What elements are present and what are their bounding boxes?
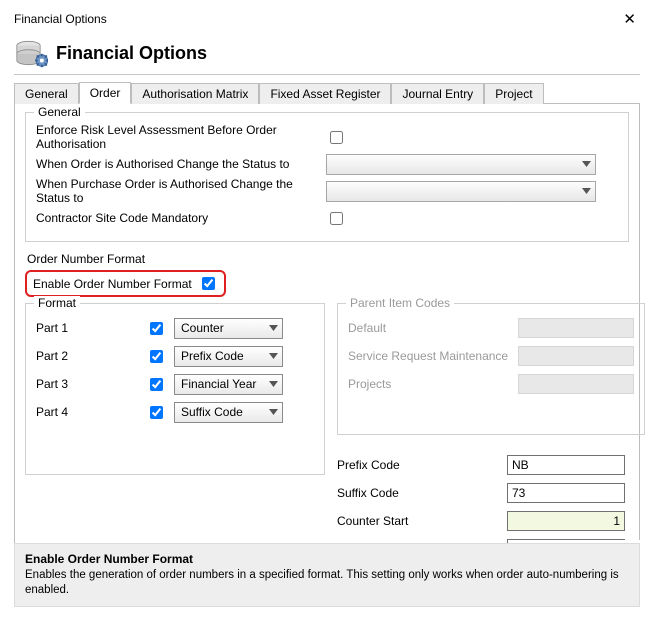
format-row-3: Part 3 Financial Year	[36, 370, 314, 398]
checkbox-part-1[interactable]	[150, 322, 163, 335]
field-parent-projects	[518, 374, 634, 394]
combo-po-status[interactable]	[326, 181, 596, 202]
label-part-2: Part 2	[36, 349, 146, 363]
combo-part-2-value: Prefix Code	[181, 349, 244, 363]
tab-project[interactable]: Project	[484, 83, 543, 104]
enable-order-number-format-label: Enable Order Number Format	[33, 277, 192, 291]
field-parent-default	[518, 318, 634, 338]
combo-part-4[interactable]: Suffix Code	[174, 402, 283, 423]
chevron-down-icon	[269, 409, 278, 415]
chevron-down-icon	[269, 381, 278, 387]
group-parent-item-codes: Parent Item Codes Default Service Reques…	[337, 303, 645, 435]
checkbox-part-2[interactable]	[150, 350, 163, 363]
group-format-legend: Format	[34, 296, 80, 310]
help-title: Enable Order Number Format	[25, 552, 629, 566]
group-general: General Enforce Risk Level Assessment Be…	[25, 112, 629, 242]
checkbox-part-3[interactable]	[150, 378, 163, 391]
label-parent-projects: Projects	[348, 377, 518, 391]
field-parent-srm	[518, 346, 634, 366]
database-gear-icon	[14, 38, 48, 68]
tab-general[interactable]: General	[14, 83, 79, 104]
combo-part-2[interactable]: Prefix Code	[174, 346, 283, 367]
format-row-2: Part 2 Prefix Code	[36, 342, 314, 370]
chevron-down-icon	[269, 353, 278, 359]
input-suffix-code[interactable]	[507, 483, 625, 503]
label-part-1: Part 1	[36, 321, 146, 335]
label-suffix-code: Suffix Code	[337, 486, 507, 500]
input-counter-start[interactable]	[507, 511, 625, 531]
chevron-down-icon	[582, 188, 591, 194]
combo-part-1[interactable]: Counter	[174, 318, 283, 339]
label-po-status: When Purchase Order is Authorised Change…	[36, 177, 326, 205]
chevron-down-icon	[582, 161, 591, 167]
tab-authorisation-matrix[interactable]: Authorisation Matrix	[131, 83, 259, 104]
format-row-1: Part 1 Counter	[36, 314, 314, 342]
tab-fixed-asset-register[interactable]: Fixed Asset Register	[259, 83, 391, 104]
close-icon[interactable]: ✕	[619, 10, 640, 28]
tab-journal-entry[interactable]: Journal Entry	[391, 83, 484, 104]
checkbox-part-4[interactable]	[150, 406, 163, 419]
label-counter-start: Counter Start	[337, 514, 507, 528]
input-prefix-code[interactable]	[507, 455, 625, 475]
help-panel: Enable Order Number Format Enables the g…	[14, 543, 640, 607]
chevron-down-icon	[269, 325, 278, 331]
group-parent-item-codes-legend: Parent Item Codes	[346, 296, 454, 310]
label-part-4: Part 4	[36, 405, 146, 419]
page-header: Financial Options	[14, 38, 640, 68]
tab-page-order: General Enforce Risk Level Assessment Be…	[14, 103, 640, 574]
combo-part-3-value: Financial Year	[181, 377, 256, 391]
enable-order-number-format-highlight: Enable Order Number Format	[25, 270, 226, 297]
titlebar: Financial Options ✕	[14, 8, 640, 30]
row-contractor-site-code: Contractor Site Code Mandatory	[36, 205, 618, 231]
format-row-4: Part 4 Suffix Code	[36, 398, 314, 426]
combo-part-1-value: Counter	[181, 321, 224, 335]
combo-order-status[interactable]	[326, 154, 596, 175]
tab-order[interactable]: Order	[79, 82, 132, 104]
label-part-3: Part 3	[36, 377, 146, 391]
label-contractor-site-code: Contractor Site Code Mandatory	[36, 211, 326, 225]
label-enforce-risk: Enforce Risk Level Assessment Before Ord…	[36, 123, 326, 151]
label-parent-default: Default	[348, 321, 518, 335]
row-order-status: When Order is Authorised Change the Stat…	[36, 151, 618, 177]
order-number-format-label: Order Number Format	[27, 252, 629, 266]
checkbox-enforce-risk[interactable]	[330, 131, 343, 144]
header-divider	[14, 74, 640, 75]
window: Financial Options ✕	[0, 0, 654, 617]
page-title: Financial Options	[56, 43, 207, 64]
checkbox-contractor-site-code[interactable]	[330, 212, 343, 225]
row-po-status: When Purchase Order is Authorised Change…	[36, 177, 618, 205]
label-order-status: When Order is Authorised Change the Stat…	[36, 157, 326, 171]
help-description: Enables the generation of order numbers …	[25, 568, 629, 598]
checkbox-enable-order-number-format[interactable]	[202, 277, 215, 290]
combo-part-3[interactable]: Financial Year	[174, 374, 283, 395]
group-format: Format Part 1 Counter Part 2 Prefix	[25, 303, 325, 475]
combo-part-4-value: Suffix Code	[181, 405, 243, 419]
tab-strip: General Order Authorisation Matrix Fixed…	[14, 81, 640, 103]
label-parent-srm: Service Request Maintenance	[348, 349, 518, 363]
window-title: Financial Options	[14, 12, 107, 26]
group-general-legend: General	[34, 105, 85, 119]
label-prefix-code: Prefix Code	[337, 458, 507, 472]
row-enforce-risk: Enforce Risk Level Assessment Before Ord…	[36, 123, 618, 151]
